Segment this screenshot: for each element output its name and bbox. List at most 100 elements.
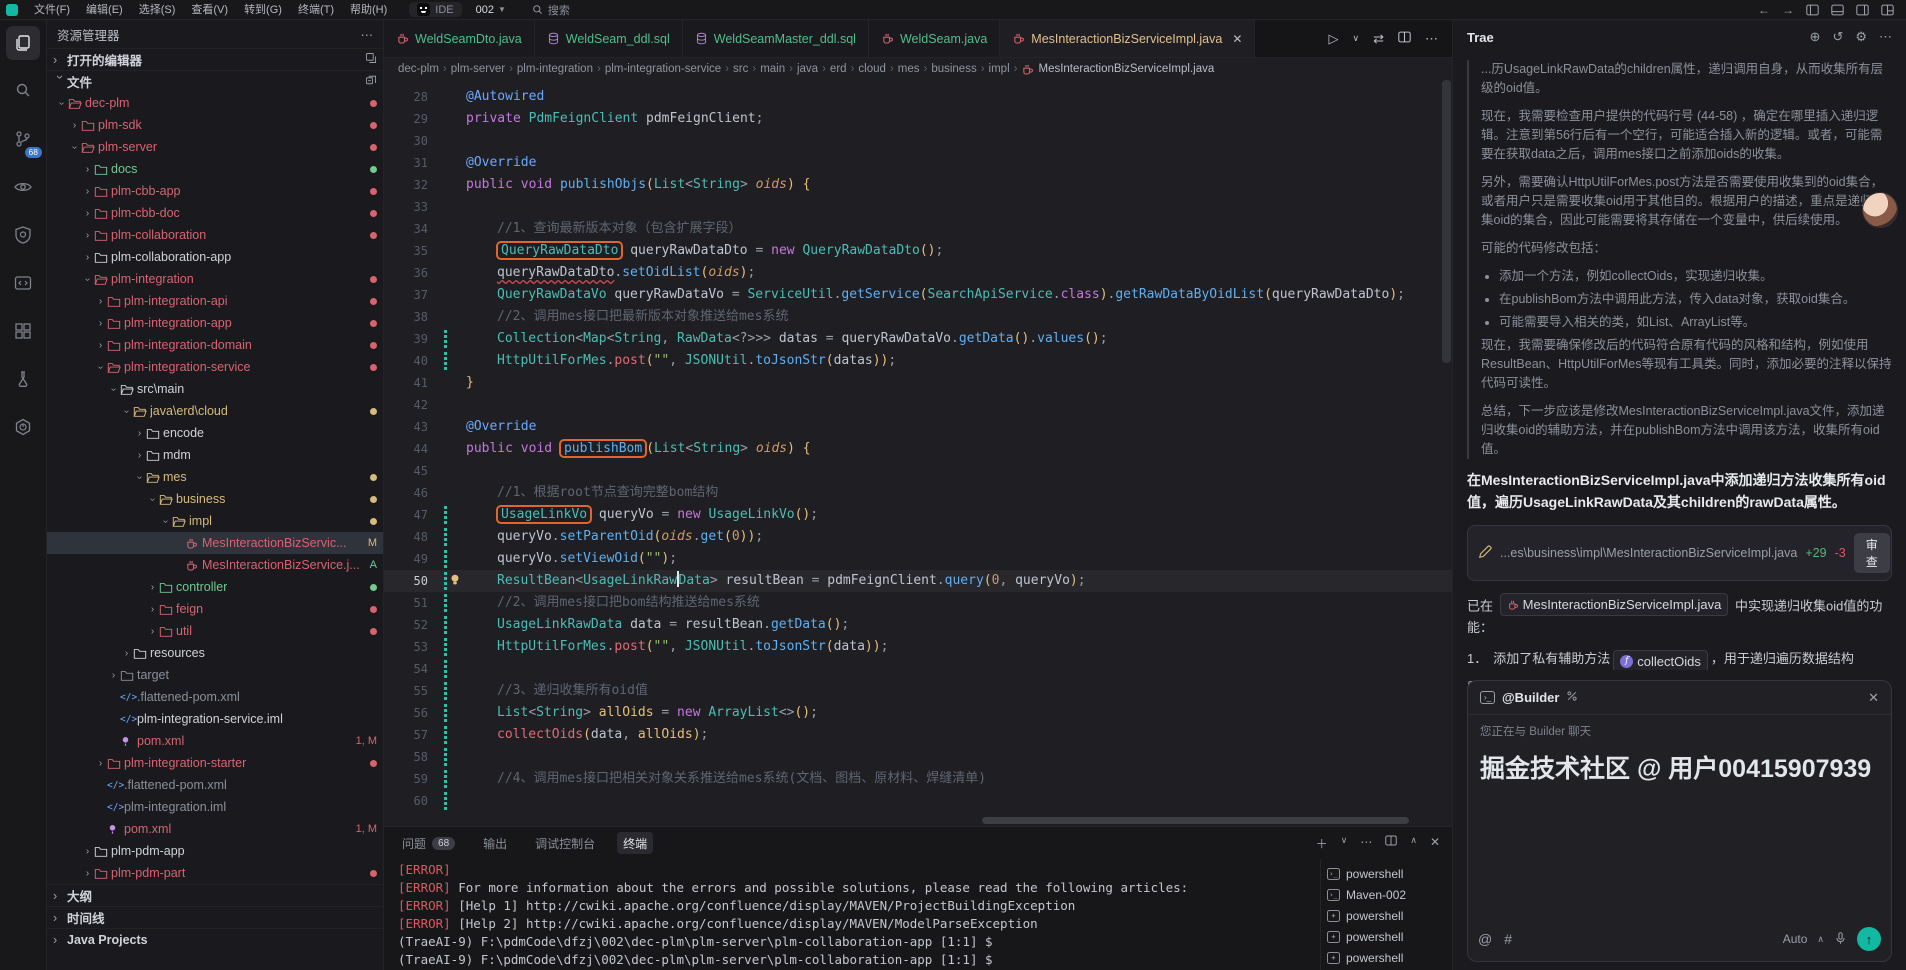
code-line[interactable]: 58: [384, 746, 1452, 768]
breadcrumb-item[interactable]: plm-server: [451, 63, 505, 75]
code-line[interactable]: 53HttpUtilForMes.post("", JSONUtil.toJso…: [384, 636, 1452, 658]
code-line[interactable]: 39Collection<Map<String, RawData<?>>> da…: [384, 328, 1452, 350]
code-line[interactable]: 35QueryRawDataDto queryRawDataDto = new …: [384, 240, 1452, 262]
tree-row[interactable]: ›impl: [47, 510, 383, 532]
code-line[interactable]: 51//2、调用mes接口把bom结构推送给mes系统: [384, 592, 1452, 614]
tree-row[interactable]: ›business: [47, 488, 383, 510]
ide-mode-switch[interactable]: IDE: [409, 2, 461, 17]
tree-row[interactable]: ›plm-collaboration: [47, 224, 383, 246]
tree-row[interactable]: ›plm-sdk: [47, 114, 383, 136]
code-line[interactable]: 33: [384, 196, 1452, 218]
maximize-panel-icon[interactable]: ∧: [1410, 835, 1417, 852]
code-line[interactable]: 59//4、调用mes接口把相关对象关系推送给mes系统(文档、图档、原材料、焊…: [384, 768, 1452, 790]
code-line[interactable]: 57collectOids(data, allOids);: [384, 724, 1452, 746]
code-editor[interactable]: 28@Autowired29private PdmFeignClient pdm…: [384, 80, 1452, 826]
run-dropdown-icon[interactable]: ∨: [1353, 33, 1360, 44]
tree-row[interactable]: ›target: [47, 664, 383, 686]
toggle-right-panel-icon[interactable]: [1856, 4, 1869, 16]
tree-row[interactable]: ›plm-cbb-app: [47, 180, 383, 202]
tree-row[interactable]: </>plm-integration-service.iml: [47, 708, 383, 730]
open-editors-actions-icon[interactable]: [365, 52, 377, 67]
layout-icon[interactable]: [1881, 4, 1894, 16]
panel-more-icon[interactable]: ⋯: [1360, 835, 1372, 852]
terminal-session[interactable]: +powershell: [1327, 947, 1448, 968]
editor-tab[interactable]: WeldSeam_ddl.sql: [535, 20, 683, 57]
code-line[interactable]: 31@Override: [384, 152, 1452, 174]
menu-item[interactable]: 帮助(H): [342, 0, 395, 20]
panel-tab-终端[interactable]: 终端: [617, 832, 653, 854]
tree-row[interactable]: ›plm-integration-starter: [47, 752, 383, 774]
editor-more-icon[interactable]: ⋯: [1425, 31, 1438, 47]
tree-row[interactable]: ›plm-integration-app: [47, 312, 383, 334]
preview-eye-icon[interactable]: [6, 170, 40, 204]
settings-gear-icon[interactable]: ⚙: [1855, 29, 1867, 45]
tree-row[interactable]: ›plm-pdm-app: [47, 840, 383, 862]
menu-item[interactable]: 查看(V): [183, 0, 236, 20]
code-line[interactable]: 55//3、递归收集所有oid值: [384, 680, 1452, 702]
review-button[interactable]: 审查: [1854, 533, 1890, 573]
tree-row[interactable]: ›controller: [47, 576, 383, 598]
lightbulb-icon[interactable]: [448, 573, 462, 587]
panel-tab-输出[interactable]: 输出: [477, 832, 513, 854]
mode-chevron-icon[interactable]: ∧: [1817, 934, 1824, 945]
plugin-power-icon[interactable]: [6, 410, 40, 444]
terminal-session[interactable]: ›_powershell: [1327, 863, 1448, 884]
chat-history-icon[interactable]: ↺: [1832, 29, 1843, 45]
files-section-header[interactable]: › 文件: [47, 70, 383, 92]
back-icon[interactable]: ←: [1758, 3, 1770, 17]
collectoids-chip[interactable]: fcollectOids: [1613, 650, 1708, 671]
edited-file-card[interactable]: ...es\business\impl\MesInteractionBizSer…: [1467, 525, 1892, 581]
breadcrumb-item[interactable]: cloud: [858, 63, 886, 75]
tree-row[interactable]: ›feign: [47, 598, 383, 620]
test-flask-icon[interactable]: [6, 362, 40, 396]
editor-tab[interactable]: WeldSeamMaster_ddl.sql: [683, 20, 869, 57]
code-line[interactable]: 48queryVo.setParentOid(oids.get(0));: [384, 526, 1452, 548]
tree-row[interactable]: </>.flattened-pom.xml: [47, 686, 383, 708]
tree-row[interactable]: MesInteractionBizServic...M: [47, 532, 383, 554]
code-line[interactable]: 34//1、查询最新版本对象（包含扩展字段）: [384, 218, 1452, 240]
code-line[interactable]: 52UsageLinkRawData data = resultBean.get…: [384, 614, 1452, 636]
code-line[interactable]: 54: [384, 658, 1452, 680]
close-builder-icon[interactable]: ✕: [1868, 690, 1879, 706]
breadcrumb-item[interactable]: erd: [830, 63, 847, 75]
breadcrumb-item[interactable]: impl: [989, 63, 1010, 75]
tree-row[interactable]: ›dec-plm: [47, 92, 383, 114]
terminal-session[interactable]: ›_Maven-002: [1327, 884, 1448, 905]
editor-tab[interactable]: WeldSeamDto.java: [384, 20, 535, 57]
breadcrumb-item[interactable]: business: [931, 63, 976, 75]
code-line[interactable]: 41}: [384, 372, 1452, 394]
split-terminal-icon[interactable]: [1385, 835, 1397, 852]
chat-input-toolbar[interactable]: @ # Auto ∧ ↑: [1468, 927, 1891, 961]
code-line[interactable]: 42: [384, 394, 1452, 416]
toggle-panel-icon[interactable]: [1831, 4, 1844, 16]
run-button[interactable]: ▷: [1329, 31, 1339, 47]
terminal-session[interactable]: +powershell: [1327, 926, 1448, 947]
vertical-scrollbar[interactable]: [1442, 80, 1451, 363]
code-line[interactable]: 32public void publishObjs(List<String> o…: [384, 174, 1452, 196]
code-line[interactable]: 36queryRawDataDto.setOidList(oids);: [384, 262, 1452, 284]
search-sidebar-icon[interactable]: [6, 74, 40, 108]
code-line[interactable]: 47UsageLinkVo queryVo = new UsageLinkVo(…: [384, 504, 1452, 526]
tree-row[interactable]: ›util: [47, 620, 383, 642]
send-button[interactable]: ↑: [1857, 927, 1881, 951]
tree-row[interactable]: ›plm-integration: [47, 268, 383, 290]
tree-row[interactable]: ›plm-collaboration-app: [47, 246, 383, 268]
tree-row[interactable]: </>.flattened-pom.xml: [47, 774, 383, 796]
forward-icon[interactable]: →: [1782, 3, 1794, 17]
diff-changes-icon[interactable]: ⇄: [1373, 31, 1384, 47]
sidebar-section-Java Projects[interactable]: ›Java Projects: [47, 928, 383, 950]
close-icon[interactable]: ✕: [1232, 32, 1242, 46]
horizontal-scrollbar[interactable]: [982, 817, 1409, 824]
tree-row[interactable]: ›resources: [47, 642, 383, 664]
explorer-icon[interactable]: [6, 26, 40, 60]
tree-row[interactable]: ›plm-server: [47, 136, 383, 158]
breadcrumb-item[interactable]: plm-integration-service: [605, 63, 721, 75]
split-editor-icon[interactable]: [1398, 31, 1411, 46]
tree-row[interactable]: ›plm-pdm-part: [47, 862, 383, 884]
code-line[interactable]: 46//1、根据root节点查询完整bom结构: [384, 482, 1452, 504]
tree-row[interactable]: MesInteractionBizService.j...A: [47, 554, 383, 576]
tree-row[interactable]: ›plm-integration-service: [47, 356, 383, 378]
code-line[interactable]: 29private PdmFeignClient pdmFeignClient;: [384, 108, 1452, 130]
breadcrumb-item[interactable]: java: [797, 63, 818, 75]
new-terminal-icon[interactable]: ＋: [1316, 835, 1328, 852]
